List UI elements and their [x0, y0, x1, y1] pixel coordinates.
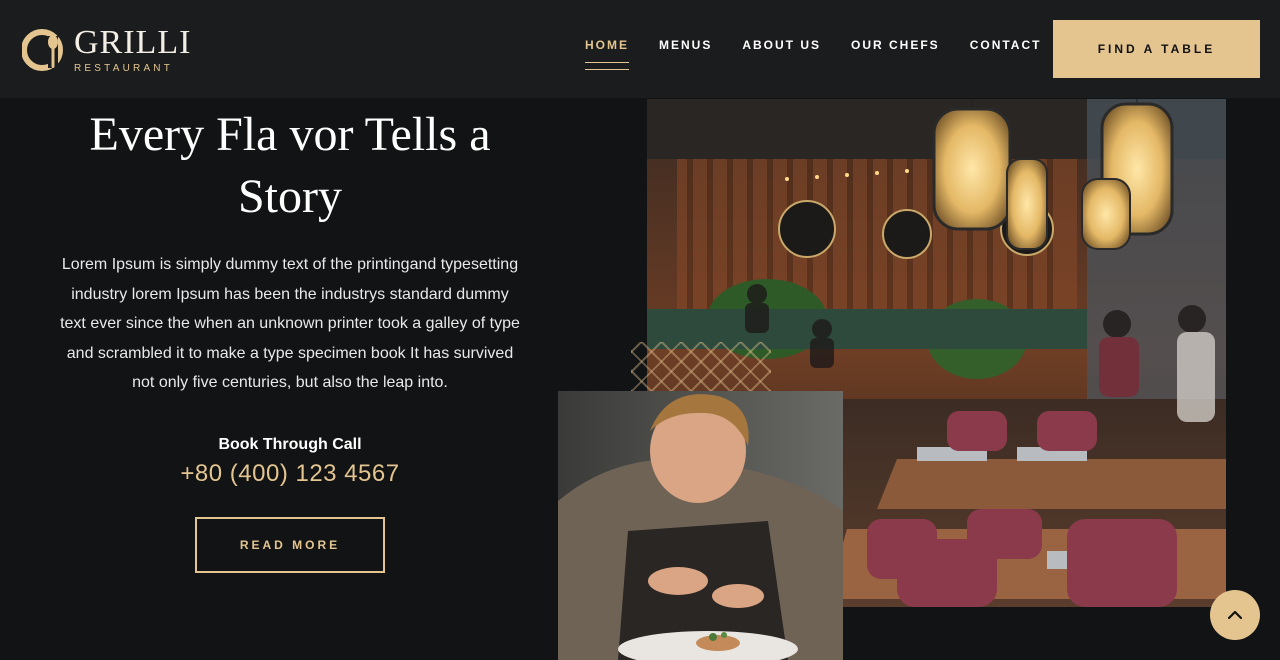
chevron-up-icon	[1227, 610, 1243, 620]
nav-item-menus[interactable]: MENUS	[659, 38, 712, 58]
main-nav: HOME MENUS ABOUT US OUR CHEFS CONTACT	[585, 38, 1042, 70]
chef-plating-image	[558, 391, 843, 660]
hero-title-line-2: Story	[237, 170, 342, 223]
hero-title: Every Fla vor Tells a Story	[60, 104, 520, 228]
brand-tagline: RESTAURANT	[74, 63, 174, 74]
brand-text: GRILLI RESTAURANT	[74, 26, 191, 74]
grilli-logo-icon	[22, 29, 63, 71]
find-a-table-button[interactable]: FIND A TABLE	[1053, 20, 1260, 78]
nav-item-about-us[interactable]: ABOUT US	[742, 38, 821, 58]
book-through-call-label: Book Through Call	[218, 435, 362, 453]
nav-item-our-chefs[interactable]: OUR CHEFS	[851, 38, 940, 58]
phone-number[interactable]: +80 (400) 123 4567	[60, 460, 520, 488]
page: GRILLI RESTAURANT HOME MENUS ABOUT US OU…	[0, 0, 1280, 660]
hero-content: Every Fla vor Tells a Story Lorem Ipsum …	[60, 100, 520, 573]
chef-plating-illustration	[558, 391, 843, 660]
site-header: GRILLI RESTAURANT HOME MENUS ABOUT US OU…	[0, 0, 1280, 98]
read-more-button[interactable]: READ MORE	[195, 516, 385, 573]
brand-logo[interactable]: GRILLI RESTAURANT	[22, 26, 191, 74]
hero-title-line-1: Every Fla vor Tells a	[89, 108, 491, 161]
nav-item-home[interactable]: HOME	[585, 38, 629, 70]
back-to-top-button[interactable]	[1210, 590, 1260, 640]
brand-name: GRILLI	[74, 24, 192, 61]
nav-item-contact[interactable]: CONTACT	[970, 38, 1042, 58]
decorative-pattern	[631, 342, 771, 392]
hero-description: Lorem Ipsum is simply dummy text of the …	[60, 256, 520, 391]
